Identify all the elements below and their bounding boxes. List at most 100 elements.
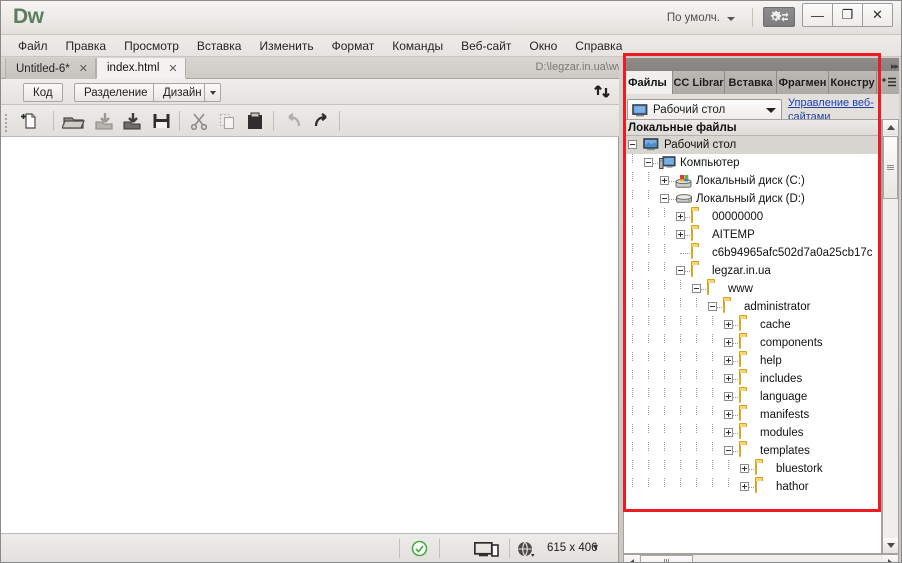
tree-item-icon xyxy=(707,281,723,296)
menu-item-format[interactable]: Формат xyxy=(323,37,384,55)
tree-item[interactable]: Локальный диск (C:) xyxy=(624,172,881,190)
expand-icon[interactable] xyxy=(676,230,685,239)
tree-item-icon xyxy=(691,245,707,260)
tree-item[interactable]: Локальный диск (D:) xyxy=(624,190,881,208)
preview-in-browser-icon[interactable] xyxy=(517,541,537,558)
view-split-button[interactable]: Разделение xyxy=(74,83,158,102)
panel-tab-files[interactable]: Файлы xyxy=(623,71,673,94)
expand-icon[interactable] xyxy=(676,212,685,221)
expand-icon[interactable] xyxy=(724,410,733,419)
open-file-icon[interactable] xyxy=(61,111,87,131)
updown-arrows-icon xyxy=(594,85,610,98)
live-view-toggle-icon[interactable] xyxy=(594,84,611,103)
sync-settings-button[interactable] xyxy=(763,7,795,27)
tree-item[interactable]: administrator xyxy=(624,298,881,316)
expand-icon[interactable] xyxy=(724,320,733,329)
tree-item[interactable]: bluestork xyxy=(624,460,881,478)
tree-item[interactable]: Компьютер xyxy=(624,154,881,172)
scroll-up-button[interactable] xyxy=(883,120,898,135)
save-file-icon[interactable] xyxy=(149,111,173,131)
close-icon[interactable]: ✕ xyxy=(79,62,88,75)
panel-tab-insert[interactable]: Вставка xyxy=(725,71,777,94)
get-file-icon[interactable] xyxy=(93,111,117,131)
collapse-icon[interactable] xyxy=(628,140,637,149)
expand-icon[interactable] xyxy=(724,338,733,347)
new-file-icon[interactable] xyxy=(18,111,40,131)
tree-item[interactable]: cache xyxy=(624,316,881,334)
menu-item-commands[interactable]: Команды xyxy=(383,37,452,55)
tree-horizontal-scrollbar[interactable] xyxy=(623,554,899,562)
doc-tab-indexhtml[interactable]: index.html ✕ xyxy=(96,58,186,79)
panel-tab-snippets[interactable]: Фрагмен xyxy=(777,71,829,94)
view-code-button[interactable]: Код xyxy=(23,83,63,102)
view-options-dropdown[interactable] xyxy=(204,83,221,102)
maximize-button[interactable]: ❐ xyxy=(832,3,863,27)
menu-item-modify[interactable]: Изменить xyxy=(250,37,322,55)
expand-icon[interactable] xyxy=(740,482,749,491)
workspace-switcher[interactable]: По умолч. xyxy=(659,7,743,28)
tree-connector xyxy=(664,334,665,343)
local-files-tree[interactable]: Рабочий стол Компьютер Локальный диск (C… xyxy=(623,136,882,554)
tree-item[interactable]: legzar.in.ua xyxy=(624,262,881,280)
menu-item-help[interactable]: Справка xyxy=(566,37,631,55)
collapse-icon[interactable] xyxy=(644,158,653,167)
toolbar-gripper[interactable] xyxy=(5,112,9,132)
copy-icon[interactable] xyxy=(215,111,239,131)
close-button[interactable]: ✕ xyxy=(862,3,893,27)
undo-icon[interactable] xyxy=(281,111,305,131)
tree-item[interactable]: templates xyxy=(624,442,881,460)
expand-icon[interactable] xyxy=(724,356,733,365)
view-design-button[interactable]: Дизайн xyxy=(153,83,212,102)
tree-item[interactable]: help xyxy=(624,352,881,370)
menu-item-view[interactable]: Просмотр xyxy=(115,37,188,55)
tree-item[interactable]: components xyxy=(624,334,881,352)
tree-item[interactable]: 00000000 xyxy=(624,208,881,226)
expand-icon[interactable] xyxy=(724,392,733,401)
expand-icon[interactable] xyxy=(660,176,669,185)
collapse-icon[interactable] xyxy=(724,446,733,455)
paste-icon[interactable] xyxy=(243,111,267,131)
panel-tab-cclibraries[interactable]: CC Librar xyxy=(673,71,725,94)
panel-tab-designer[interactable]: Констру xyxy=(829,71,877,94)
collapse-icon[interactable] xyxy=(708,302,717,311)
put-file-icon[interactable] xyxy=(121,111,145,131)
tree-vertical-scrollbar[interactable] xyxy=(882,119,899,554)
tree-item[interactable]: AITEMP xyxy=(624,226,881,244)
status-divider xyxy=(399,539,400,558)
expand-icon[interactable] xyxy=(724,428,733,437)
menu-item-insert[interactable]: Вставка xyxy=(188,37,251,55)
panel-options-menu-icon[interactable] xyxy=(882,77,896,88)
menu-item-file[interactable]: Файл xyxy=(9,37,57,55)
site-select-dropdown[interactable]: Рабочий стол xyxy=(627,99,782,121)
hscroll-thumb[interactable] xyxy=(640,555,693,562)
cut-icon[interactable] xyxy=(187,111,211,131)
expand-icon[interactable] xyxy=(740,464,749,473)
device-preview-icon[interactable] xyxy=(474,542,500,557)
scroll-thumb[interactable] xyxy=(883,136,898,199)
tree-item[interactable]: language xyxy=(624,388,881,406)
minimize-button[interactable]: — xyxy=(802,3,833,27)
tree-item[interactable]: c6b94965afc502d7a0a25cb17c xyxy=(624,244,881,262)
collapse-icon[interactable] xyxy=(660,194,669,203)
menu-item-edit[interactable]: Правка xyxy=(57,37,116,55)
expand-icon[interactable] xyxy=(724,374,733,383)
doc-tab-untitled6[interactable]: Untitled-6* ✕ xyxy=(5,58,96,79)
tree-item[interactable]: includes xyxy=(624,370,881,388)
scroll-left-button[interactable] xyxy=(624,555,639,562)
collapse-icon[interactable] xyxy=(692,284,701,293)
tree-item[interactable]: modules xyxy=(624,424,881,442)
menu-item-site[interactable]: Веб-сайт xyxy=(452,37,520,55)
scroll-right-button[interactable] xyxy=(883,555,898,562)
tree-item[interactable]: manifests xyxy=(624,406,881,424)
design-canvas[interactable] xyxy=(1,137,619,533)
window-size-dropdown[interactable]: ▾ xyxy=(593,542,598,553)
close-icon[interactable]: ✕ xyxy=(168,62,177,75)
redo-icon[interactable] xyxy=(309,111,333,131)
tree-item[interactable]: www xyxy=(624,280,881,298)
validation-status-icon[interactable] xyxy=(411,540,428,557)
scroll-down-button[interactable] xyxy=(883,538,898,553)
collapse-icon[interactable] xyxy=(676,266,685,275)
menu-item-window[interactable]: Окно xyxy=(520,37,566,55)
tree-item[interactable]: Рабочий стол xyxy=(624,136,881,154)
tree-item[interactable]: hathor xyxy=(624,478,881,496)
